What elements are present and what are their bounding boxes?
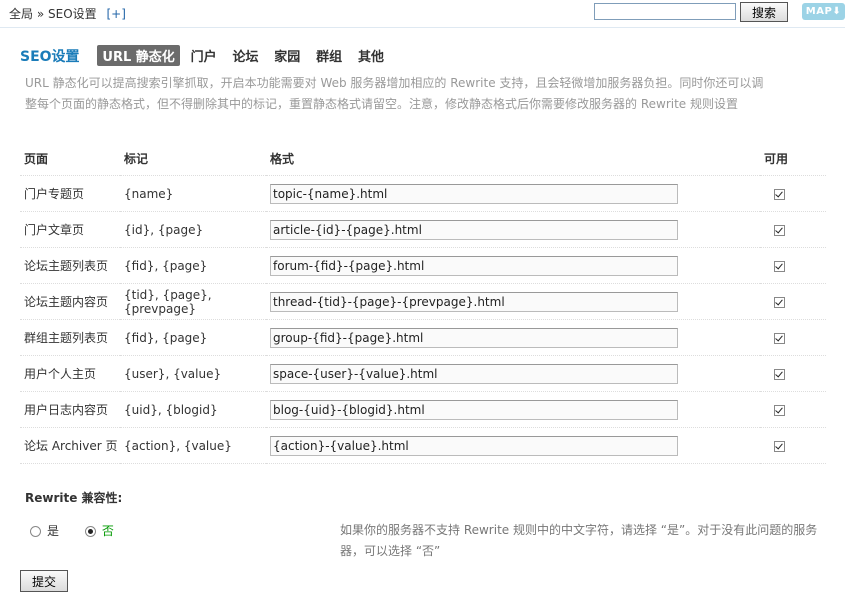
add-shortcut-link[interactable]: [+] <box>107 7 126 21</box>
table-row: 论坛主题列表页 {fid}, {page} <box>20 247 826 284</box>
row-tags: {uid}, {blogid} <box>120 391 266 428</box>
row-enabled-cell <box>760 391 826 428</box>
row-enabled-cell <box>760 175 826 212</box>
row-page-name: 用户个人主页 <box>20 355 120 392</box>
row-tags: {tid}, {page}, {prevpage} <box>120 283 266 320</box>
tab-home[interactable]: 家园 <box>269 45 305 66</box>
header-tags: 标记 <box>120 141 266 176</box>
row-format-cell <box>266 427 760 464</box>
row-tags: {id}, {page} <box>120 211 266 248</box>
format-input[interactable] <box>270 363 678 384</box>
rewrite-option-yes[interactable]: 是 <box>30 524 59 538</box>
row-enabled-cell <box>760 427 826 464</box>
tab-portal[interactable]: 门户 <box>186 45 222 66</box>
enabled-checkbox[interactable] <box>774 440 785 452</box>
row-enabled-cell <box>760 355 826 392</box>
rewrite-compat-label: Rewrite 兼容性: <box>25 491 123 505</box>
top-bar: 全局 » SEO设置 [+] 搜索 MAP⬇ <box>0 0 845 28</box>
row-page-name: 群组主题列表页 <box>20 319 120 356</box>
tab-forum[interactable]: 论坛 <box>227 45 263 66</box>
row-page-name: 门户专题页 <box>20 175 120 212</box>
header-format: 格式 <box>266 141 760 176</box>
row-enabled-cell <box>760 247 826 284</box>
rewrite-radio-group: 是 否 <box>30 522 114 539</box>
enabled-checkbox[interactable] <box>774 404 785 416</box>
breadcrumb: 全局 » SEO设置 [+] <box>9 5 126 22</box>
format-input[interactable] <box>270 219 678 240</box>
table-header-row: 页面 标记 格式 可用 <box>20 141 826 176</box>
enabled-checkbox[interactable] <box>774 260 785 272</box>
row-format-cell <box>266 391 760 428</box>
row-tags: {fid}, {page} <box>120 319 266 356</box>
row-page-name: 用户日志内容页 <box>20 391 120 428</box>
tab-url-static[interactable]: URL 静态化 <box>97 45 180 66</box>
breadcrumb-root-link[interactable]: 全局 <box>9 7 33 21</box>
arrow-down-icon: ⬇ <box>832 6 842 17</box>
enabled-checkbox[interactable] <box>774 224 785 236</box>
table-row: 门户专题页 {name} <box>20 175 826 212</box>
tab-bar: SEO设置 URL 静态化 门户 论坛 家园 群组 其他 <box>20 45 391 67</box>
breadcrumb-separator: » <box>36 7 45 21</box>
enabled-checkbox[interactable] <box>774 296 785 308</box>
row-format-cell <box>266 175 760 212</box>
format-input[interactable] <box>270 255 678 276</box>
radio-yes[interactable] <box>30 526 41 537</box>
search-button[interactable]: 搜索 <box>740 2 788 22</box>
radio-no[interactable] <box>84 526 96 537</box>
header-page: 页面 <box>20 141 120 176</box>
table-row: 论坛 Archiver 页 {action}, {value} <box>20 427 826 464</box>
row-page-name: 门户文章页 <box>20 211 120 248</box>
row-page-name: 论坛 Archiver 页 <box>20 427 120 464</box>
row-format-cell <box>266 211 760 248</box>
table-row: 群组主题列表页 {fid}, {page} <box>20 319 826 356</box>
format-input[interactable] <box>270 435 678 456</box>
row-format-cell <box>266 355 760 392</box>
table-row: 论坛主题内容页 {tid}, {page}, {prevpage} <box>20 283 826 320</box>
row-tags: {user}, {value} <box>120 355 266 392</box>
format-input[interactable] <box>270 399 678 420</box>
map-button[interactable]: MAP⬇ <box>802 3 845 20</box>
row-page-name: 论坛主题列表页 <box>20 247 120 284</box>
breadcrumb-current: SEO设置 <box>48 7 97 21</box>
enabled-checkbox[interactable] <box>774 368 785 380</box>
format-input[interactable] <box>270 183 678 204</box>
description-text: URL 静态化可以提高搜索引擎抓取，开启本功能需要对 Web 服务器增加相应的 … <box>25 76 764 111</box>
row-tags: {action}, {value} <box>120 427 266 464</box>
row-tags: {fid}, {page} <box>120 247 266 284</box>
row-enabled-cell <box>760 283 826 320</box>
row-enabled-cell <box>760 319 826 356</box>
radio-no-label: 否 <box>101 524 114 538</box>
search-input[interactable] <box>594 3 736 20</box>
rewrite-hint-text: 如果你的服务器不支持 Rewrite 规则中的中文字符，请选择 “是”。对于没有… <box>340 523 818 558</box>
tab-other[interactable]: 其他 <box>353 45 389 66</box>
enabled-checkbox[interactable] <box>774 188 785 200</box>
format-input[interactable] <box>270 327 678 348</box>
table-row: 门户文章页 {id}, {page} <box>20 211 826 248</box>
format-input[interactable] <box>270 291 678 312</box>
page-title: SEO设置 <box>20 48 80 65</box>
row-format-cell <box>266 247 760 284</box>
table-row: 用户个人主页 {user}, {value} <box>20 355 826 392</box>
table-row: 用户日志内容页 {uid}, {blogid} <box>20 391 826 428</box>
row-format-cell <box>266 319 760 356</box>
submit-button[interactable]: 提交 <box>20 570 68 592</box>
enabled-checkbox[interactable] <box>774 332 785 344</box>
row-format-cell <box>266 283 760 320</box>
seo-format-table: 页面 标记 格式 可用 门户专题页 {name} 门户文章页 {id}, {pa… <box>20 141 826 464</box>
radio-yes-label: 是 <box>47 524 60 538</box>
row-page-name: 论坛主题内容页 <box>20 283 120 320</box>
rewrite-option-no[interactable]: 否 <box>84 524 114 538</box>
header-enabled: 可用 <box>760 141 826 176</box>
map-label: MAP <box>805 6 833 17</box>
tab-group[interactable]: 群组 <box>311 45 347 66</box>
row-tags: {name} <box>120 175 266 212</box>
row-enabled-cell <box>760 211 826 248</box>
